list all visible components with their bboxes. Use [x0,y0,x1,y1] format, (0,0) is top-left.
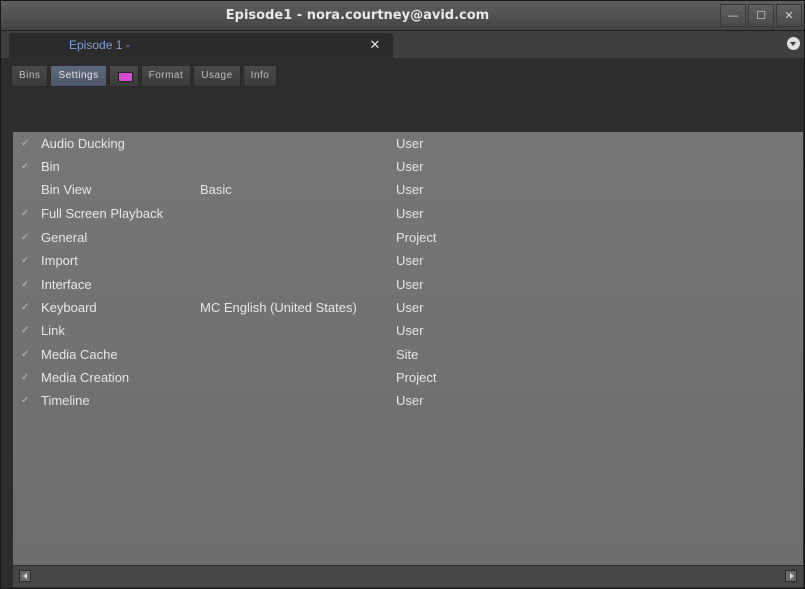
subtab-usage[interactable]: Usage [193,65,241,87]
setting-row-audio-ducking[interactable]: ✓ Audio Ducking User [13,132,803,155]
title-bar[interactable]: Episode1 - nora.courtney@avid.com — ☐ ✕ [1,1,804,31]
setting-row-media-creation[interactable]: ✓ Media Creation Project [13,366,803,389]
setting-name: Timeline [41,393,90,408]
check-icon: ✓ [21,372,30,383]
project-subtabs: Bins Settings Format Usage Info [11,65,278,87]
setting-kind: Basic [200,182,232,197]
window-controls: — ☐ ✕ [720,1,804,30]
setting-row-interface[interactable]: ✓ Interface User [13,273,803,296]
setting-name: Keyboard [41,300,97,315]
tab-label: Episode 1 - [69,38,130,52]
setting-name: Link [41,323,65,338]
check-icon: ✓ [21,302,30,313]
check-icon: ✓ [21,138,30,149]
setting-name: Import [41,253,78,268]
tab-menu-chevron-down-icon[interactable] [787,37,800,50]
setting-scope: User [396,182,424,197]
setting-scope: Project [396,230,437,245]
setting-name: Full Screen Playback [41,206,164,221]
check-icon: ✓ [21,395,30,406]
close-tab-icon[interactable]: ✕ [365,33,385,58]
check-icon: ✓ [21,208,30,219]
maximize-button[interactable]: ☐ [748,4,774,27]
check-icon: ✓ [21,349,30,360]
setting-scope: User [396,300,424,315]
setting-scope: User [396,393,424,408]
check-icon [21,178,35,201]
subtab-format[interactable]: Format [140,65,192,87]
project-window: Episode1 - nora.courtney@avid.com — ☐ ✕ … [0,0,805,589]
setting-row-bin[interactable]: ✓ Bin User [13,155,803,178]
setting-row-full-screen-playback[interactable]: ✓ Full Screen Playback User [13,202,803,225]
subtab-bins[interactable]: Bins [11,65,49,87]
check-icon: ✓ [21,279,30,290]
setting-name: Bin [41,159,60,174]
setting-name: Media Creation [41,370,130,385]
scroll-left-icon[interactable] [19,570,31,582]
setting-scope: Site [396,347,419,362]
check-icon: ✓ [21,161,30,172]
setting-name: Media Cache [41,347,118,362]
setting-scope: User [396,136,424,151]
tab-strip: Episode 1 - ✕ [1,31,804,58]
window-title: Episode1 - nora.courtney@avid.com [225,8,490,23]
setting-scope: User [396,206,424,221]
check-icon: ✓ [21,232,30,243]
subtab-layout[interactable] [108,65,139,87]
setting-name: General [41,230,88,245]
setting-scope: User [396,253,424,268]
setting-scope: User [396,277,424,292]
setting-scope: Project [396,370,437,385]
setting-row-import[interactable]: ✓ Import User [13,249,803,272]
subtab-info[interactable]: Info [242,65,278,87]
check-icon: ✓ [21,325,30,336]
close-window-button[interactable]: ✕ [776,4,802,27]
setting-scope: User [396,323,424,338]
setting-row-keyboard[interactable]: ✓ Keyboard MC English (United States) Us… [13,296,803,319]
subtab-settings[interactable]: Settings [50,65,107,87]
layout-icon [117,72,133,82]
minimize-button[interactable]: — [720,4,746,27]
setting-row-bin-view[interactable]: Bin View Basic User [13,178,803,201]
setting-row-timeline[interactable]: ✓ Timeline User [13,389,803,412]
setting-row-link[interactable]: ✓ Link User [13,319,803,342]
check-icon: ✓ [21,255,30,266]
setting-name: Bin View [41,182,92,197]
setting-name: Audio Ducking [41,136,125,151]
setting-row-media-cache[interactable]: ✓ Media Cache Site [13,343,803,366]
settings-list: ✓ Audio Ducking User ✓ Bin User Bin View… [13,132,803,565]
tab-episode1[interactable]: Episode 1 - ✕ [9,33,393,58]
scroll-right-icon[interactable] [785,570,797,582]
setting-kind: MC English (United States) [200,300,357,315]
setting-scope: User [396,159,424,174]
horizontal-scrollbar[interactable] [13,566,803,587]
setting-name: Interface [41,277,92,292]
setting-row-general[interactable]: ✓ General Project [13,226,803,249]
